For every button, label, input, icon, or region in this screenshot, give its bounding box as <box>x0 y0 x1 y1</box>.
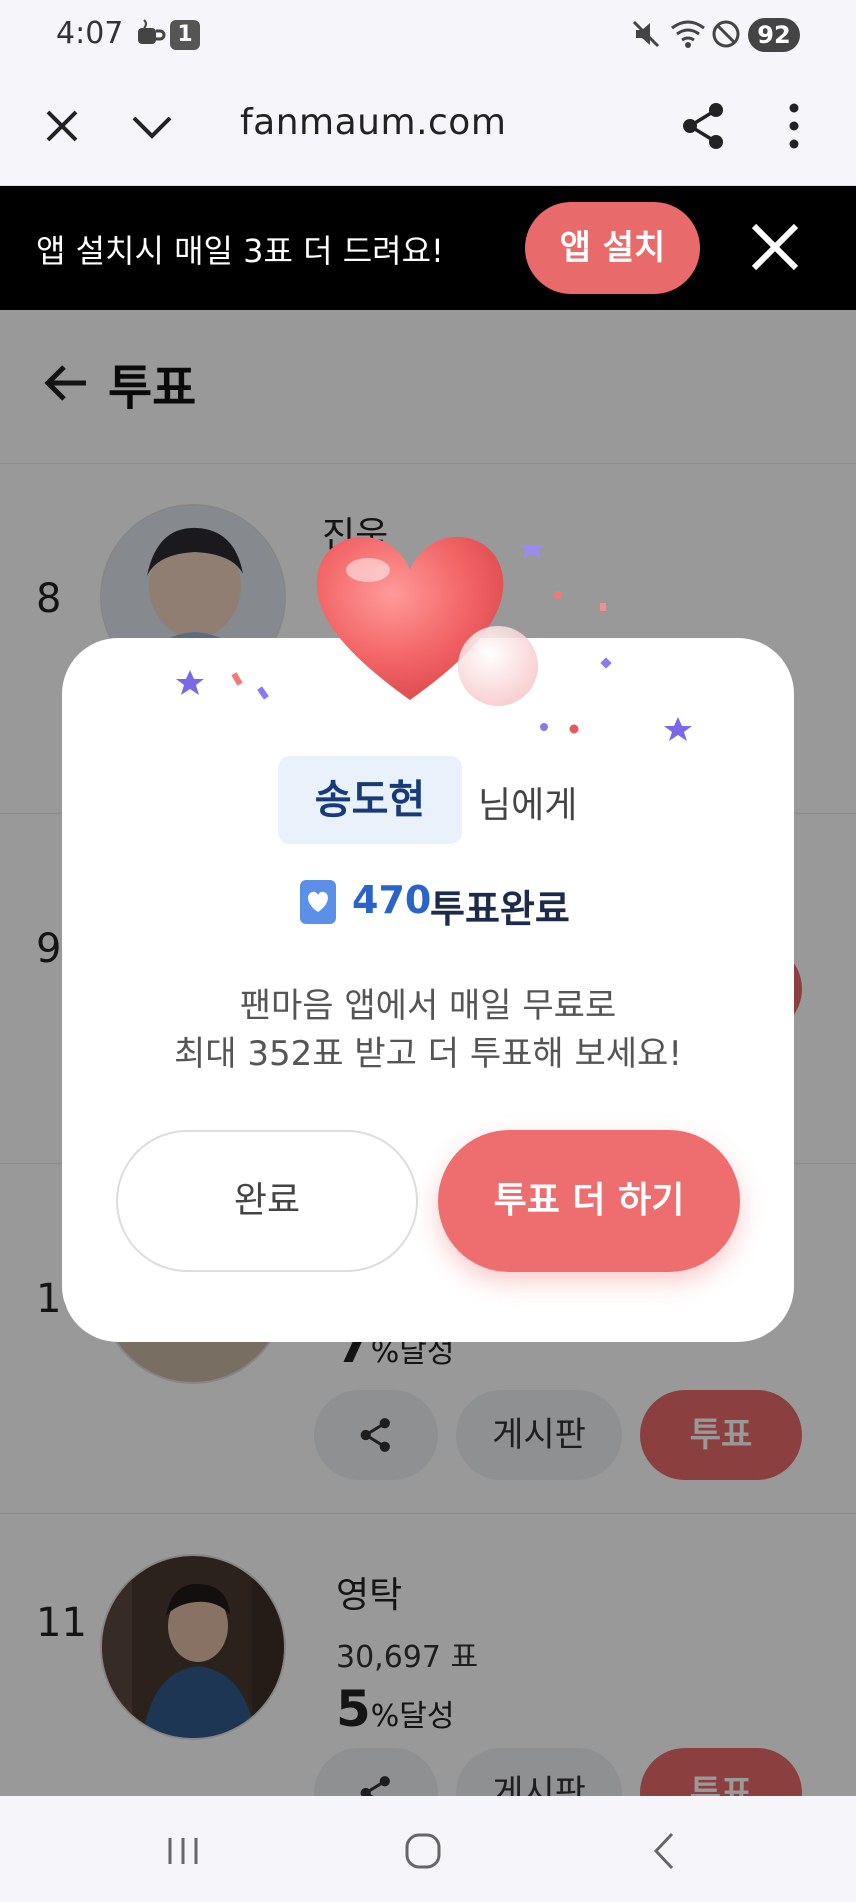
do-not-disturb-icon <box>712 20 740 48</box>
vote-complete-text: 투표완료 <box>430 887 570 931</box>
recipient-name: 송도현 <box>278 756 462 844</box>
recent-apps-icon[interactable] <box>158 1826 208 1876</box>
notification-count-badge: 1 <box>170 20 200 50</box>
done-button[interactable]: 완료 <box>116 1130 418 1272</box>
mute-icon <box>632 20 660 48</box>
wifi-icon <box>671 20 705 48</box>
vote-more-button[interactable]: 투표 더 하기 <box>438 1130 740 1272</box>
confetti-decoration <box>176 545 692 741</box>
back-icon[interactable] <box>640 1826 690 1876</box>
status-time: 4:07 <box>56 16 124 51</box>
chevron-down-icon[interactable] <box>122 96 182 156</box>
close-banner-icon[interactable] <box>740 212 810 282</box>
cup-icon <box>138 19 166 44</box>
address-bar-url[interactable]: fanmaum.com <box>240 102 506 143</box>
description-line-1: 팬마음 앱에서 매일 무료로 <box>239 986 617 1026</box>
install-app-button[interactable]: 앱 설치 <box>525 202 700 294</box>
description-line-2: 최대 352표 받고 더 투표해 보세요! <box>174 1034 682 1074</box>
recipient-suffix: 님에게 <box>478 785 578 826</box>
more-options-icon[interactable] <box>764 96 824 156</box>
banner-text: 앱 설치시 매일 3표 더 드려요! <box>36 232 444 270</box>
close-tab-icon[interactable] <box>32 96 92 156</box>
browser-toolbar: fanmaum.com <box>0 72 856 186</box>
heart-badge-icon <box>300 880 336 924</box>
system-navigation-bar <box>0 1796 856 1902</box>
status-bar: 4:07 1 92 <box>0 0 856 72</box>
app-install-banner: 앱 설치시 매일 3표 더 드려요! 앱 설치 <box>0 186 856 310</box>
vote-count-number: 470 <box>352 878 432 922</box>
share-icon[interactable] <box>674 96 734 156</box>
home-icon[interactable] <box>398 1826 448 1876</box>
battery-indicator: 92 <box>748 18 800 52</box>
